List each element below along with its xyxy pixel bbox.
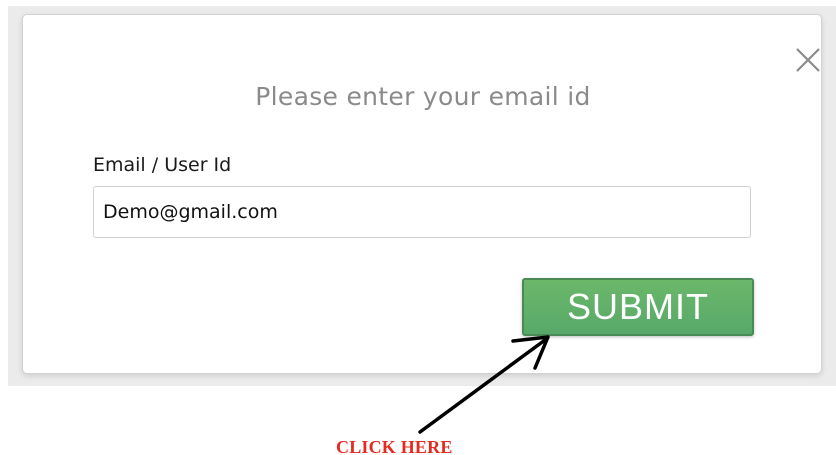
click-here-label: CLICK HERE (336, 437, 453, 455)
screenshot-stage: Please enter your email id Email / User … (0, 0, 836, 455)
modal-title: Please enter your email id (255, 82, 591, 111)
close-icon[interactable] (793, 45, 823, 75)
submit-button[interactable]: SUBMIT (522, 278, 754, 336)
email-field[interactable] (93, 186, 751, 238)
email-field-label: Email / User Id (93, 154, 232, 176)
